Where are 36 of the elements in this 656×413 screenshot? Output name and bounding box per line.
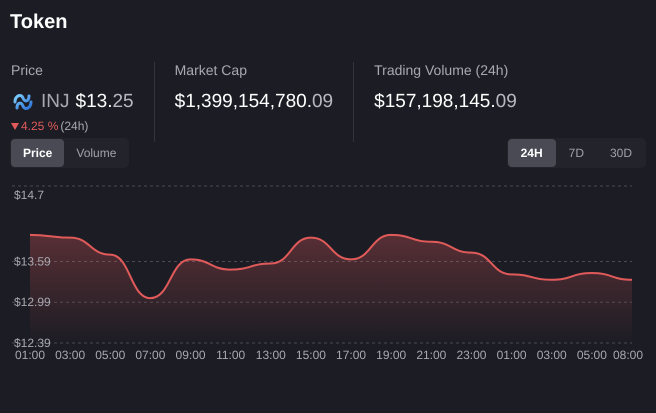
y-axis-label: $13.59 [14,254,51,268]
price-change: 4.25 % [21,119,58,133]
down-triangle-icon [11,122,19,130]
price-value: $13.25 [76,90,134,114]
x-axis-label: 05:00 [576,348,607,362]
x-axis-label: 03:00 [536,348,567,362]
x-axis-label: 03:00 [55,348,86,362]
x-axis-label: 01:00 [14,348,46,362]
x-axis-label: 21:00 [416,348,446,362]
y-axis-label: $12.99 [14,295,51,310]
x-axis-label: 11:00 [216,348,246,362]
change-period: (24h) [60,119,88,133]
x-axis-label: 09:00 [176,348,206,362]
x-axis-label: 23:00 [456,348,486,362]
x-axis-label: 01:00 [496,348,527,362]
metric-tab[interactable]: Price [11,139,64,167]
page-title: Token [10,10,68,34]
price-value: $1,399,154,780.09 [174,90,334,114]
stat-label: Market Cap [174,62,248,78]
range-tab[interactable]: 24H [508,139,556,167]
stat-label: Trading Volume (24h) [374,62,510,78]
token-symbol: INJ [41,90,70,114]
x-axis-label: 08:00 [612,348,644,362]
y-axis-label: $12.39 [14,336,51,350]
x-axis-label: 07:00 [135,348,166,362]
stat-label: Price [11,62,44,78]
x-axis-label: 05:00 [95,348,126,362]
price-value: $157,198,145.09 [374,90,517,114]
x-axis-label: 13:00 [256,348,286,362]
x-axis-label: 15:00 [296,348,326,362]
x-axis-label: 17:00 [336,348,366,362]
x-axis-label: 19:00 [376,348,406,362]
y-axis-label: $14.7 [14,188,44,202]
range-tab[interactable]: 7D [556,139,597,167]
metric-tab[interactable]: Volume [64,139,128,167]
range-tab[interactable]: 30D [596,139,645,167]
